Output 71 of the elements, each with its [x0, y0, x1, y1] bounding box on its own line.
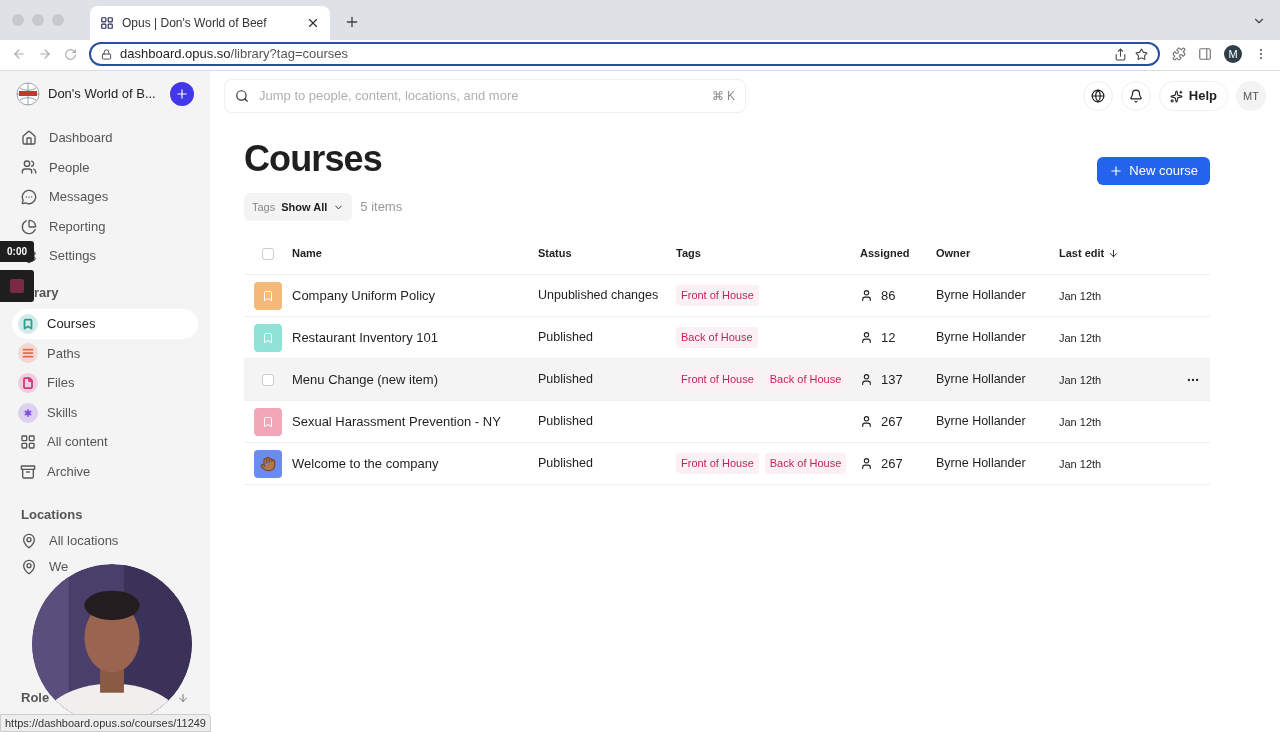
sidebar-item[interactable]: All content	[12, 427, 198, 457]
tag: Back of House	[676, 327, 758, 348]
recording-timer-toast: 0:00	[0, 241, 34, 262]
assigned-count: 267	[881, 412, 903, 431]
sidebar-item[interactable]: Paths	[12, 338, 198, 369]
owner-name: Byrne Hollander	[936, 330, 1026, 345]
table-row[interactable]: Welcome to the company Published Front of House Back of House 267 Byrne Hollander Jan 12th	[244, 443, 1210, 485]
section-heading: Role	[21, 689, 50, 708]
column-header[interactable]: Last edit	[1059, 245, 1105, 262]
search-field[interactable]: Jump to people, content, locations, and more ⌘ K	[224, 79, 746, 113]
keyboard-shortcut: ⌘ K	[711, 88, 735, 105]
address-bar[interactable]: dashboard.opus.so/library?tag=courses	[89, 42, 1160, 66]
sidebar-item[interactable]: Settings	[49, 246, 96, 266]
sidebar-item[interactable]: All locations	[49, 530, 119, 551]
sidebar-item[interactable]: Archive	[12, 456, 198, 487]
sidebar-item[interactable]: Messages	[49, 187, 109, 207]
sidebar-item[interactable]: Dashboard	[49, 128, 113, 148]
assigned-count: 86	[881, 286, 896, 305]
course-name[interactable]: Company Uniform Policy	[292, 287, 436, 303]
sidebar-item[interactable]: Skills	[12, 397, 198, 428]
new-course-button[interactable]: New course	[1097, 157, 1210, 185]
column-header[interactable]: Name	[292, 245, 322, 262]
user-avatar[interactable]: MT	[1236, 81, 1266, 111]
column-header[interactable]: Assigned	[860, 245, 910, 262]
course-name[interactable]: Restaurant Inventory 101	[292, 329, 438, 345]
status-text: Published	[538, 372, 593, 387]
owner-name: Byrne Hollander	[936, 288, 1026, 303]
course-name[interactable]: Sexual Harassment Prevention - NY	[292, 413, 501, 429]
tag: Back of House	[764, 369, 847, 390]
assigned-count: 12	[881, 328, 896, 347]
sidebar-item[interactable]: We	[49, 556, 69, 577]
sidebar-item[interactable]: Files	[12, 368, 198, 398]
column-header[interactable]: Owner	[936, 245, 971, 262]
table-row[interactable]: Sexual Harassment Prevention - NY Published 267 Byrne Hollander Jan 12th	[244, 401, 1210, 443]
assigned-count: 137	[881, 370, 903, 389]
status-text: Published	[538, 330, 593, 345]
tag: Back of House	[764, 453, 847, 474]
tag: Front of House	[676, 369, 759, 390]
last-edit-date: Jan 12th	[1059, 457, 1102, 470]
last-edit-date: Jan 12th	[1059, 289, 1102, 302]
sidebar-item[interactable]: Reporting	[49, 216, 106, 237]
tag: Front of House	[676, 453, 759, 474]
item-count: 5 items	[360, 198, 403, 217]
section-heading: Locations	[20, 505, 84, 524]
status-text: Unpublished changes	[538, 288, 659, 303]
last-edit-date: Jan 12th	[1059, 331, 1102, 344]
owner-name: Byrne Hollander	[936, 456, 1026, 471]
browser-tab[interactable]: Opus | Don's World of Beef	[90, 6, 330, 40]
last-edit-date: Jan 12th	[1059, 415, 1102, 428]
org-name[interactable]: Don's World of B...	[48, 84, 162, 104]
tags-filter[interactable]: Tags Show All	[244, 193, 353, 221]
sidebar-item[interactable]: Courses	[12, 308, 198, 339]
table-row[interactable]: Menu Change (new item) Published Front of House Back of House 137 Byrne Hollander Jan 12th	[244, 359, 1210, 401]
section-heading: rary	[34, 283, 59, 302]
page-title: Courses	[244, 137, 382, 181]
status-text: Published	[538, 456, 593, 471]
owner-name: Byrne Hollander	[936, 372, 1026, 387]
column-header[interactable]: Status	[538, 245, 572, 262]
status-text: Published	[538, 414, 593, 429]
column-header[interactable]: Tags	[676, 245, 701, 262]
table-row[interactable]: Company Uniform Policy Unpublished changes Front of House 86 Byrne Hollander Jan 12th	[244, 275, 1210, 317]
assigned-count: 267	[881, 454, 903, 473]
search-input[interactable]: Jump to people, content, locations, and more	[259, 86, 702, 106]
owner-name: Byrne Hollander	[936, 414, 1026, 429]
course-name[interactable]: Menu Change (new item)	[292, 371, 438, 387]
profile-avatar[interactable]: M	[1224, 45, 1242, 63]
tag: Front of House	[676, 285, 759, 306]
course-name[interactable]: Welcome to the company	[292, 455, 439, 471]
last-edit-date: Jan 12th	[1059, 373, 1102, 386]
link-preview-url: https://dashboard.opus.so/courses/11249	[0, 714, 211, 732]
sidebar-item[interactable]: People	[49, 157, 90, 178]
